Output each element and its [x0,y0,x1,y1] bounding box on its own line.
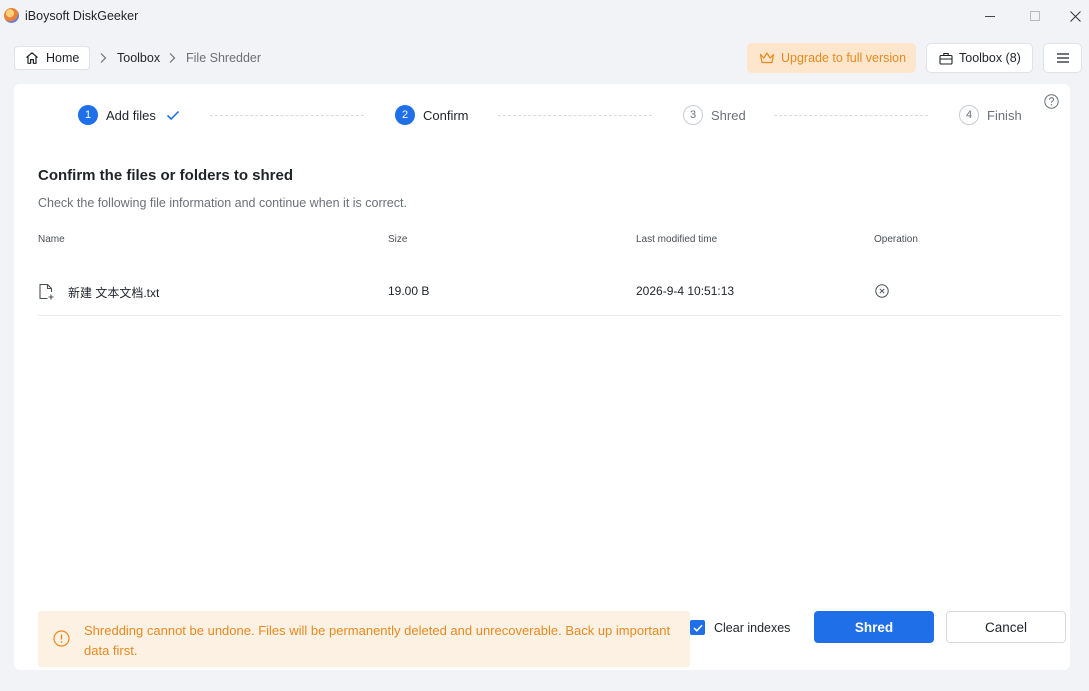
file-add-icon [38,283,55,300]
column-header-name: Name [38,234,65,245]
upgrade-label: Upgrade to full version [781,51,907,65]
step-connector [210,115,364,116]
title-bar: iBoysoft DiskGeeker [0,0,1089,32]
step-label: Shred [711,107,746,123]
breadcrumb-toolbox[interactable]: Toolbox [117,51,160,65]
file-size: 19.00 B [388,284,430,298]
hamburger-menu-icon [1056,53,1069,63]
step-connector [498,115,652,116]
page-subtitle: Check the following file information and… [38,196,407,210]
main-panel: 1 Add files 2 Confirm 3 Shred 4 Finish C… [14,84,1070,670]
step-connector [774,115,928,116]
step-add-files: 1 Add files [78,105,180,125]
clear-indexes-label: Clear indexes [714,620,791,635]
step-label: Confirm [423,107,469,123]
upgrade-button[interactable]: Upgrade to full version [747,43,916,73]
home-label: Home [46,51,80,65]
file-modified-time: 2026-9-4 10:51:13 [636,284,735,298]
check-icon [692,624,703,632]
menu-button[interactable] [1043,43,1082,73]
close-icon [1069,10,1081,22]
toolbox-icon [939,52,953,65]
step-shred: 3 Shred [683,105,746,125]
step-number: 4 [959,105,979,125]
help-icon[interactable] [1044,94,1059,109]
table-row: 新建 文本文档.txt 19.00 B 2026-9-4 10:51:13 [38,268,1061,316]
close-window-button[interactable] [1052,0,1089,32]
toolbox-button[interactable]: Toolbox (8) [926,43,1033,73]
app-logo-icon [4,8,19,23]
warning-icon [53,630,70,647]
home-icon [26,52,38,64]
cancel-button[interactable]: Cancel [946,611,1066,643]
app-title: iBoysoft DiskGeeker [25,9,139,23]
step-number: 3 [683,105,703,125]
step-finish: 4 Finish [959,105,1022,125]
remove-file-icon[interactable] [875,284,889,298]
step-label: Finish [987,107,1022,123]
crown-icon [759,52,775,64]
chevron-right-icon [98,51,108,63]
clear-indexes-checkbox[interactable] [690,620,705,635]
minimize-icon [985,15,995,17]
warning-text: Shredding cannot be undone. Files will b… [84,623,671,658]
shred-button[interactable]: Shred [814,611,934,643]
step-confirm: 2 Confirm [395,105,469,125]
chevron-right-icon [167,51,177,63]
page-title: Confirm the files or folders to shred [38,167,294,184]
column-header-operation: Operation [874,234,918,245]
minimize-button[interactable] [967,0,1013,32]
home-button[interactable]: Home [14,46,90,70]
step-number: 2 [395,105,415,125]
checkmark-icon [166,110,179,120]
column-header-modified: Last modified time [636,234,718,245]
breadcrumb-file-shredder: File Shredder [186,51,262,65]
step-label: Add files [106,107,156,123]
step-number: 1 [78,105,98,125]
file-name: 新建 文本文档.txt [68,286,160,300]
toolbox-label: Toolbox (8) [959,51,1021,65]
warning-banner: Shredding cannot be undone. Files will b… [38,611,690,667]
clear-indexes-option[interactable]: Clear indexes [690,620,790,635]
maximize-icon [1030,11,1040,21]
column-header-size: Size [388,234,408,245]
